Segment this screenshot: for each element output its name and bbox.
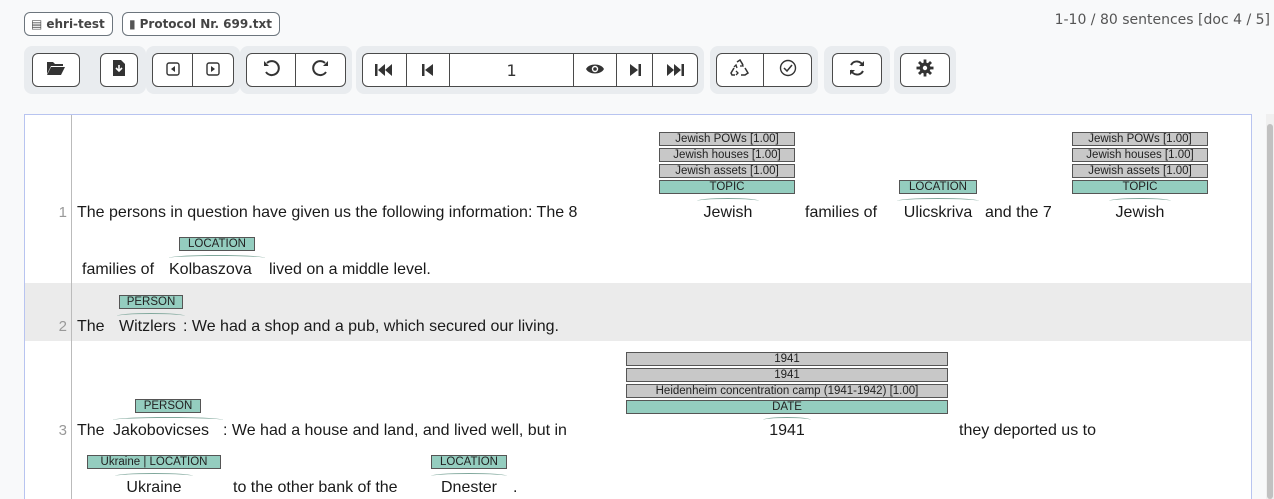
file-group <box>24 46 146 94</box>
sentence-text[interactable]: to the other bank of the <box>233 479 398 497</box>
sentence-text[interactable]: lived on a middle level. <box>269 261 431 279</box>
undo-icon <box>262 59 280 81</box>
prev-doc-icon <box>165 61 180 80</box>
last-page-button[interactable] <box>653 54 697 86</box>
annotated-token[interactable]: Jewish <box>693 204 763 222</box>
open-document-button[interactable] <box>32 53 80 87</box>
annotated-token[interactable]: Ulicskriva <box>895 204 981 222</box>
annotated-token[interactable]: Dnester <box>431 479 507 497</box>
sentence-text[interactable]: . <box>513 479 517 497</box>
line-number-gutter <box>71 115 72 499</box>
sentence-number: 1 <box>58 204 67 221</box>
sentence-counter: 1-10 / 80 sentences [doc 4 / 5] <box>1054 12 1270 28</box>
annotated-token[interactable]: Kolbaszova <box>169 261 252 279</box>
curation-segment <box>716 53 812 87</box>
import-document-button[interactable] <box>100 53 138 87</box>
annotation-label-topic[interactable]: TOPIC <box>659 180 795 194</box>
curation-group <box>710 46 818 94</box>
sentence-text[interactable]: The persons in question have given us th… <box>77 204 577 222</box>
annotation-label[interactable]: Heidenheim concentration camp (1941-1942… <box>626 384 948 398</box>
file-icon: ▮ <box>129 17 136 31</box>
annotated-token[interactable]: Jakobovicses <box>113 422 209 440</box>
annotation-label[interactable]: Jewish houses [1.00] <box>659 148 795 162</box>
next-page-icon <box>629 61 641 80</box>
annotation-document-panel: 1 Jewish POWs [1.00] Jewish houses [1.00… <box>24 114 1252 499</box>
annotation-label[interactable]: 1941 <box>626 352 948 366</box>
prev-page-icon <box>422 61 434 80</box>
page-number-input-wrap <box>450 54 574 86</box>
paging-group <box>356 46 704 94</box>
folder-open-icon <box>46 60 66 80</box>
document-scrollbar[interactable] <box>1266 114 1274 499</box>
refresh-icon <box>848 59 866 81</box>
preview-button[interactable] <box>574 54 618 86</box>
prev-page-button[interactable] <box>407 54 451 86</box>
file-import-icon <box>112 59 126 81</box>
sentence-text[interactable]: families of <box>805 204 877 222</box>
annotation-label-location[interactable]: LOCATION <box>179 237 255 251</box>
sentence-number: 2 <box>58 318 67 335</box>
sentence-text[interactable]: they deported us to <box>959 422 1096 440</box>
breadcrumb-document-label: Protocol Nr. 699.txt <box>139 17 273 31</box>
first-page-button[interactable] <box>363 54 407 86</box>
undo-button[interactable] <box>247 54 297 86</box>
history-group <box>240 46 352 94</box>
document-nav-segment <box>152 53 234 87</box>
annotation-label[interactable]: Jewish POWs [1.00] <box>1072 132 1208 146</box>
refresh-group <box>824 46 890 94</box>
annotation-label-date[interactable]: DATE <box>626 400 948 414</box>
redo-button[interactable] <box>296 54 345 86</box>
annotation-label[interactable]: Jewish assets [1.00] <box>1072 164 1208 178</box>
sentence-text[interactable]: families of <box>82 261 154 279</box>
recycle-icon <box>730 58 750 81</box>
scrollbar-thumb[interactable] <box>1267 124 1273 499</box>
redo-icon <box>311 59 330 81</box>
annotated-token[interactable]: Ukraine <box>115 479 193 497</box>
annotated-token[interactable]: Jewish <box>1105 204 1175 222</box>
breadcrumb-document[interactable]: ▮ Protocol Nr. 699.txt <box>122 12 281 36</box>
breadcrumb-project[interactable]: ▤ ehri-test <box>24 12 113 36</box>
page-number-input[interactable] <box>450 54 573 86</box>
paging-segment <box>362 53 698 87</box>
refresh-button[interactable] <box>832 53 882 87</box>
breadcrumb-project-label: ehri-test <box>46 17 105 31</box>
archive-icon: ▤ <box>31 17 43 31</box>
annotation-label-location[interactable]: LOCATION <box>899 180 977 194</box>
first-page-icon <box>375 61 393 80</box>
sentence-number: 3 <box>58 422 67 439</box>
last-page-icon <box>666 61 685 80</box>
next-document-button[interactable] <box>193 54 233 86</box>
toolbar-area: ▤ ehri-test ▮ Protocol Nr. 699.txt 1-10 / … <box>0 0 1274 102</box>
eye-icon <box>585 61 605 80</box>
annotation-label[interactable]: Jewish assets [1.00] <box>659 164 795 178</box>
prev-document-button[interactable] <box>153 54 194 86</box>
sentence-text[interactable]: : We had a house and land, and lived wel… <box>223 422 567 440</box>
sentence-text[interactable]: : We had a shop and a pub, which secured… <box>183 318 559 336</box>
annotation-label[interactable]: Jewish houses [1.00] <box>1072 148 1208 162</box>
annotation-label[interactable]: 1941 <box>626 368 948 382</box>
sentence-text[interactable]: and the 7 <box>985 204 1052 222</box>
settings-group <box>894 46 956 94</box>
gear-icon <box>916 59 934 81</box>
annotation-label-location[interactable]: LOCATION <box>431 455 507 469</box>
finish-document-button[interactable] <box>764 54 811 86</box>
next-page-button[interactable] <box>617 54 654 86</box>
annotation-label-person[interactable]: PERSON <box>119 295 183 309</box>
annotation-label-person[interactable]: PERSON <box>135 399 201 413</box>
sentence-text[interactable]: The <box>77 422 105 440</box>
reset-annotations-button[interactable] <box>717 54 765 86</box>
settings-button[interactable] <box>900 53 950 87</box>
annotation-label[interactable]: Jewish POWs [1.00] <box>659 132 795 146</box>
annotated-token[interactable]: Witzlers <box>119 318 176 336</box>
annotation-label-topic[interactable]: TOPIC <box>1072 180 1208 194</box>
annotated-token[interactable]: 1941 <box>757 422 817 440</box>
annotation-label-location[interactable]: Ukraine | LOCATION <box>87 455 221 469</box>
check-circle-icon <box>779 59 797 81</box>
document-nav-group <box>146 46 240 94</box>
next-doc-icon <box>206 61 220 80</box>
history-segment <box>246 53 346 87</box>
sentence-text[interactable]: The <box>77 318 105 336</box>
